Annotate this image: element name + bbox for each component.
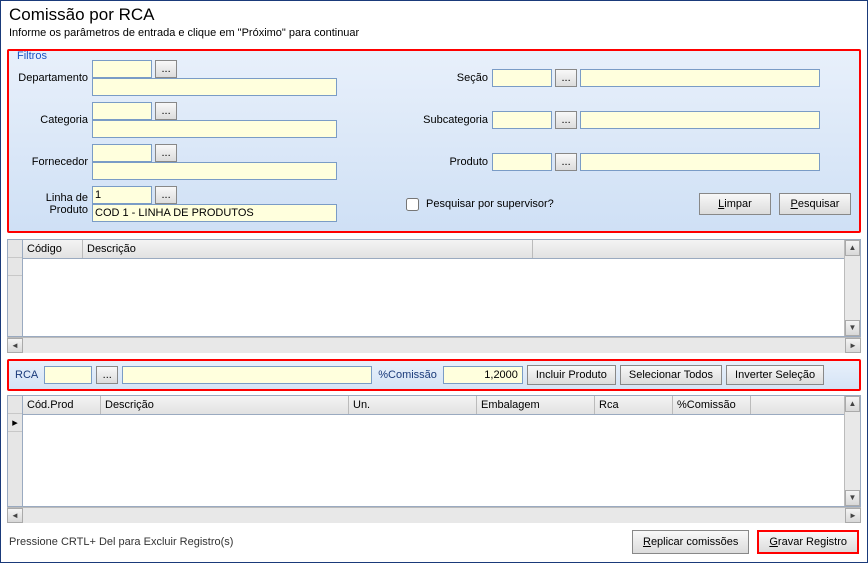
label-subcategoria: Subcategoria [400, 99, 490, 141]
page-header: Comissão por RCA Informe os parâmetros d… [1, 1, 867, 41]
scroll-right-icon[interactable]: ► [845, 508, 861, 523]
secao-desc-input[interactable] [580, 69, 820, 87]
scroll-down-icon[interactable]: ▼ [845, 320, 860, 336]
supervisor-checkbox[interactable] [406, 198, 419, 211]
selecionar-todos-button[interactable]: Selecionar Todos [620, 365, 722, 385]
grid2-vscroll[interactable]: ▲ ▼ [844, 396, 860, 506]
scroll-up-icon[interactable]: ▲ [845, 240, 860, 256]
grid2-col-un[interactable]: Un. [349, 396, 477, 414]
subcategoria-desc-input[interactable] [580, 111, 820, 129]
grid2-col-codprod[interactable]: Cód.Prod [23, 396, 101, 414]
rca-lookup-button[interactable]: ... [96, 366, 118, 384]
linha-code-input[interactable] [92, 186, 152, 204]
produto-code-input[interactable] [492, 153, 552, 171]
linha-desc-input[interactable] [92, 204, 337, 222]
categoria-code-input[interactable] [92, 102, 152, 120]
grid2-col-descricao[interactable]: Descrição [101, 396, 349, 414]
scroll-down-icon[interactable]: ▼ [845, 490, 860, 506]
comissao-input[interactable] [443, 366, 523, 384]
categoria-desc-input[interactable] [92, 120, 337, 138]
rca-desc-input[interactable] [122, 366, 372, 384]
rca-action-bar: RCA ... %Comissão Incluir Produto Seleci… [7, 359, 861, 391]
footer-hint: Pressione CRTL+ Del para Excluir Registr… [9, 536, 624, 548]
grid1-col-codigo[interactable]: Código [23, 240, 83, 258]
supervisor-checkbox-label[interactable]: Pesquisar por supervisor? [402, 195, 554, 214]
produto-lookup-button[interactable]: ... [555, 153, 577, 171]
produto-desc-input[interactable] [580, 153, 820, 171]
subcategoria-code-input[interactable] [492, 111, 552, 129]
scroll-up-icon[interactable]: ▲ [845, 396, 860, 412]
inverter-selecao-button[interactable]: Inverter Seleção [726, 365, 824, 385]
label-categoria: Categoria [15, 99, 90, 141]
limpar-button[interactable]: Limpar [699, 193, 771, 215]
filters-group: Filtros Departamento ... Seção ... Categ… [7, 49, 861, 233]
page-title: Comissão por RCA [9, 5, 859, 25]
grid1-col-descricao[interactable]: Descrição [83, 240, 533, 258]
grid-produtos: ▸ Cód.Prod Descrição Un. Embalagem Rca %… [7, 395, 861, 507]
fornecedor-lookup-button[interactable]: ... [155, 144, 177, 162]
label-fornecedor: Fornecedor [15, 141, 90, 183]
label-secao: Seção [400, 57, 490, 99]
grid1-body[interactable] [23, 259, 844, 321]
scroll-left-icon[interactable]: ◄ [7, 508, 23, 523]
grid1-indicator-col [8, 240, 23, 336]
grid2-col-rca[interactable]: Rca [595, 396, 673, 414]
secao-code-input[interactable] [492, 69, 552, 87]
rca-code-input[interactable] [44, 366, 92, 384]
grid1-hscroll[interactable]: ◄ ► [7, 337, 861, 353]
grid-results: Código Descrição ▲ ▼ [7, 239, 861, 337]
departamento-lookup-button[interactable]: ... [155, 60, 177, 78]
grid2-indicator-col: ▸ [8, 396, 23, 506]
replicar-comissoes-button[interactable]: Replicar comissões [632, 530, 749, 554]
label-produto: Produto [400, 141, 490, 183]
pesquisar-button[interactable]: Pesquisar [779, 193, 851, 215]
label-linha-produto: Linha de Produto [15, 183, 90, 225]
grid2-header: Cód.Prod Descrição Un. Embalagem Rca %Co… [23, 396, 844, 415]
fornecedor-code-input[interactable] [92, 144, 152, 162]
linha-lookup-button[interactable]: ... [155, 186, 177, 204]
label-departamento: Departamento [15, 57, 90, 99]
scroll-right-icon[interactable]: ► [845, 338, 861, 353]
categoria-lookup-button[interactable]: ... [155, 102, 177, 120]
label-rca: RCA [13, 369, 40, 381]
label-comissao: %Comissão [376, 369, 439, 381]
departamento-code-input[interactable] [92, 60, 152, 78]
gravar-registro-button[interactable]: Gravar Registro [757, 530, 859, 554]
grid2-col-embalagem[interactable]: Embalagem [477, 396, 595, 414]
grid1-header: Código Descrição [23, 240, 844, 259]
subcategoria-lookup-button[interactable]: ... [555, 111, 577, 129]
fornecedor-desc-input[interactable] [92, 162, 337, 180]
grid2-hscroll[interactable]: ◄ ► [7, 507, 861, 523]
secao-lookup-button[interactable]: ... [555, 69, 577, 87]
grid2-body[interactable] [23, 415, 844, 491]
departamento-desc-input[interactable] [92, 78, 337, 96]
grid2-col-comissao[interactable]: %Comissão [673, 396, 751, 414]
page-subtitle: Informe os parâmetros de entrada e cliqu… [9, 27, 859, 39]
row-indicator-icon: ▸ [8, 414, 22, 432]
filters-legend: Filtros [15, 50, 49, 62]
scroll-left-icon[interactable]: ◄ [7, 338, 23, 353]
footer-bar: Pressione CRTL+ Del para Excluir Registr… [9, 530, 859, 554]
incluir-produto-button[interactable]: Incluir Produto [527, 365, 616, 385]
grid1-vscroll[interactable]: ▲ ▼ [844, 240, 860, 336]
